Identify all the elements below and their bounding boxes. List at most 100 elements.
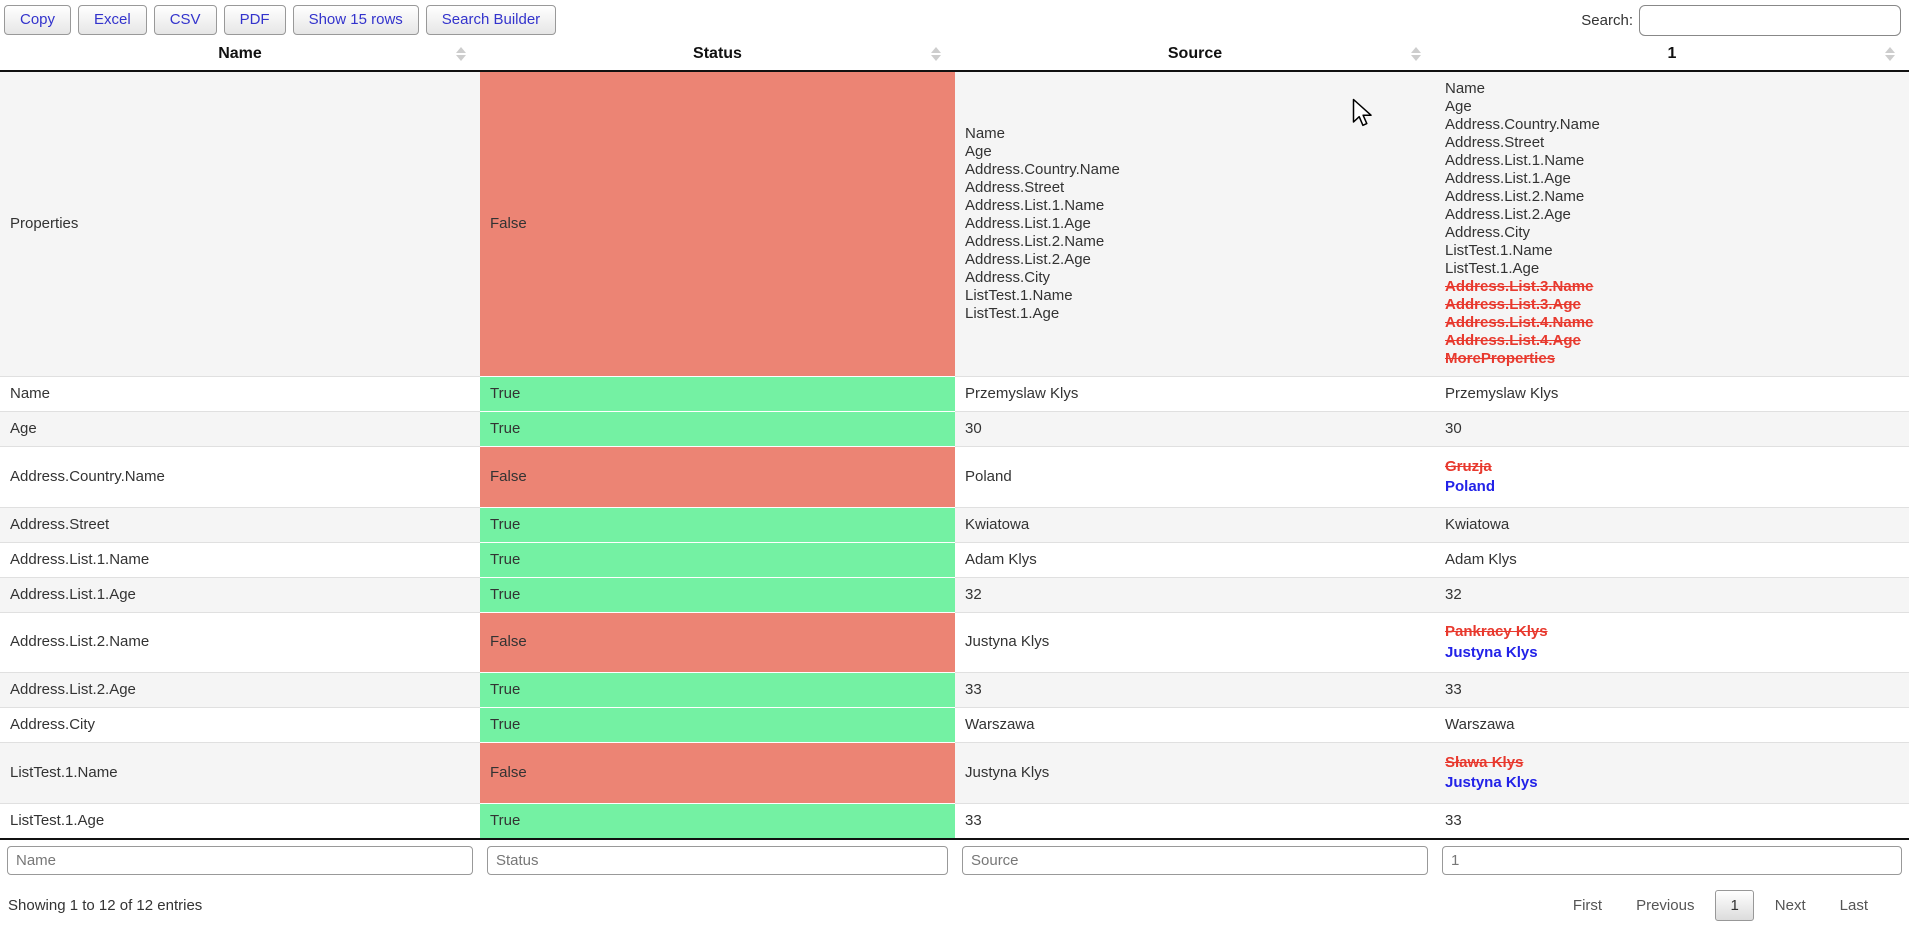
status-cell: False <box>480 743 955 804</box>
property-name-cell: ListTest.1.Name <box>0 743 480 804</box>
status-cell: True <box>480 803 955 839</box>
added-value: Poland <box>1445 478 1899 496</box>
table-row: Address.Street True Kwiatowa Kwiatowa <box>0 507 1909 542</box>
pagination: First Previous 1 Next Last <box>1552 890 1881 921</box>
search-input[interactable] <box>1639 5 1901 36</box>
property-name-cell: Name <box>0 377 480 412</box>
status-cell: True <box>480 507 955 542</box>
header-row: Name Status Source 1 <box>0 38 1909 71</box>
result-list-item: Age <box>1445 98 1899 116</box>
source-list-item: Name <box>965 125 1425 143</box>
pagination-page-1[interactable]: 1 <box>1715 890 1753 921</box>
toolbar: CopyExcelCSVPDFShow 15 rowsSearch Builde… <box>0 0 1909 38</box>
table-row: Address.List.2.Name False Justyna Klys P… <box>0 612 1909 673</box>
toolbar-button-pdf[interactable]: PDF <box>224 5 286 35</box>
property-name-cell: Properties <box>0 71 480 377</box>
compare-value-cell: Gruzja Poland <box>1435 447 1909 508</box>
filter-cell <box>0 839 480 881</box>
source-value-cell: 33 <box>955 673 1435 708</box>
removed-property-item: Address.List.4.Name <box>1445 314 1899 332</box>
source-list-item: Address.List.2.Name <box>965 233 1425 251</box>
source-value-cell: NameAgeAddress.Country.NameAddress.Stree… <box>955 71 1435 377</box>
column-header-label: Name <box>218 45 262 62</box>
column-filter-input-1[interactable] <box>1442 846 1902 875</box>
removed-property-item: Address.List.3.Name <box>1445 278 1899 296</box>
table-row: Address.City True Warszawa Warszawa <box>0 708 1909 743</box>
source-list-item: Address.List.1.Age <box>965 215 1425 233</box>
status-cell: True <box>480 577 955 612</box>
property-name-cell: ListTest.1.Age <box>0 803 480 839</box>
property-name-cell: Address.List.2.Name <box>0 612 480 673</box>
column-header-status[interactable]: Status <box>480 38 955 71</box>
added-value: Justyna Klys <box>1445 644 1899 662</box>
status-cell: True <box>480 412 955 447</box>
removed-property-item: Address.List.3.Age <box>1445 296 1899 314</box>
result-list-item: Address.List.2.Name <box>1445 188 1899 206</box>
column-header-label: 1 <box>1668 45 1677 62</box>
column-header-name[interactable]: Name <box>0 38 480 71</box>
compare-value-cell: Przemyslaw Klys <box>1435 377 1909 412</box>
table-row: Address.List.2.Age True 33 33 <box>0 673 1909 708</box>
compare-value-cell: Kwiatowa <box>1435 507 1909 542</box>
source-value-cell: 33 <box>955 803 1435 839</box>
table-row: Name True Przemyslaw Klys Przemyslaw Kly… <box>0 377 1909 412</box>
added-value: Justyna Klys <box>1445 774 1899 792</box>
search-box: Search: <box>1581 5 1905 36</box>
table-row: Address.List.1.Age True 32 32 <box>0 577 1909 612</box>
toolbar-button-copy[interactable]: Copy <box>4 5 71 35</box>
compare-value-cell: 30 <box>1435 412 1909 447</box>
source-value-cell: Justyna Klys <box>955 612 1435 673</box>
table-body: Properties False NameAgeAddress.Country.… <box>0 71 1909 839</box>
result-list-item: Address.List.1.Name <box>1445 152 1899 170</box>
sort-icon <box>456 47 466 61</box>
column-header-source[interactable]: Source <box>955 38 1435 71</box>
pagination-last[interactable]: Last <box>1827 891 1881 920</box>
column-header-1[interactable]: 1 <box>1435 38 1909 71</box>
removed-property-item: MoreProperties <box>1445 350 1899 368</box>
column-filter-input-status[interactable] <box>487 846 948 875</box>
status-cell: True <box>480 377 955 412</box>
compare-value-cell: 33 <box>1435 803 1909 839</box>
source-value-cell: Warszawa <box>955 708 1435 743</box>
table-row: Age True 30 30 <box>0 412 1909 447</box>
column-filter-input-source[interactable] <box>962 846 1428 875</box>
pagination-next[interactable]: Next <box>1762 891 1819 920</box>
result-list-item: Name <box>1445 80 1899 98</box>
source-value-cell: Adam Klys <box>955 542 1435 577</box>
result-list-item: Address.City <box>1445 224 1899 242</box>
sort-icon <box>1885 47 1895 61</box>
source-value-cell: 30 <box>955 412 1435 447</box>
toolbar-button-show-15-rows[interactable]: Show 15 rows <box>293 5 419 35</box>
result-list-item: ListTest.1.Age <box>1445 260 1899 278</box>
source-list-item: ListTest.1.Name <box>965 287 1425 305</box>
result-list-item: Address.List.2.Age <box>1445 206 1899 224</box>
toolbar-button-excel[interactable]: Excel <box>78 5 147 35</box>
source-value-cell: Poland <box>955 447 1435 508</box>
pagination-first[interactable]: First <box>1560 891 1615 920</box>
table-row: Address.Country.Name False Poland Gruzja… <box>0 447 1909 508</box>
source-list-item: Age <box>965 143 1425 161</box>
compare-value-cell: 32 <box>1435 577 1909 612</box>
column-header-label: Status <box>693 45 742 62</box>
status-cell: True <box>480 708 955 743</box>
compare-value-cell: Pankracy KlysJustyna Klys <box>1435 612 1909 673</box>
compare-value-cell: Warszawa <box>1435 708 1909 743</box>
result-list-item: ListTest.1.Name <box>1445 242 1899 260</box>
export-buttons: CopyExcelCSVPDFShow 15 rowsSearch Builde… <box>4 5 563 35</box>
filter-cell <box>480 839 955 881</box>
sort-icon <box>1411 47 1421 61</box>
column-filter-input-name[interactable] <box>7 846 473 875</box>
toolbar-button-search-builder[interactable]: Search Builder <box>426 5 556 35</box>
source-value-cell: Kwiatowa <box>955 507 1435 542</box>
table-header: Name Status Source 1 <box>0 38 1909 71</box>
removed-value: Gruzja <box>1445 458 1899 476</box>
property-name-cell: Age <box>0 412 480 447</box>
pagination-previous[interactable]: Previous <box>1623 891 1707 920</box>
toolbar-button-csv[interactable]: CSV <box>154 5 217 35</box>
compare-value-cell: Sława KlysJustyna Klys <box>1435 743 1909 804</box>
source-list-item: Address.List.1.Name <box>965 197 1425 215</box>
property-name-cell: Address.Street <box>0 507 480 542</box>
comparison-table: Name Status Source 1 Properties False Na… <box>0 38 1909 881</box>
source-value-cell: Justyna Klys <box>955 743 1435 804</box>
table-row: ListTest.1.Age True 33 33 <box>0 803 1909 839</box>
